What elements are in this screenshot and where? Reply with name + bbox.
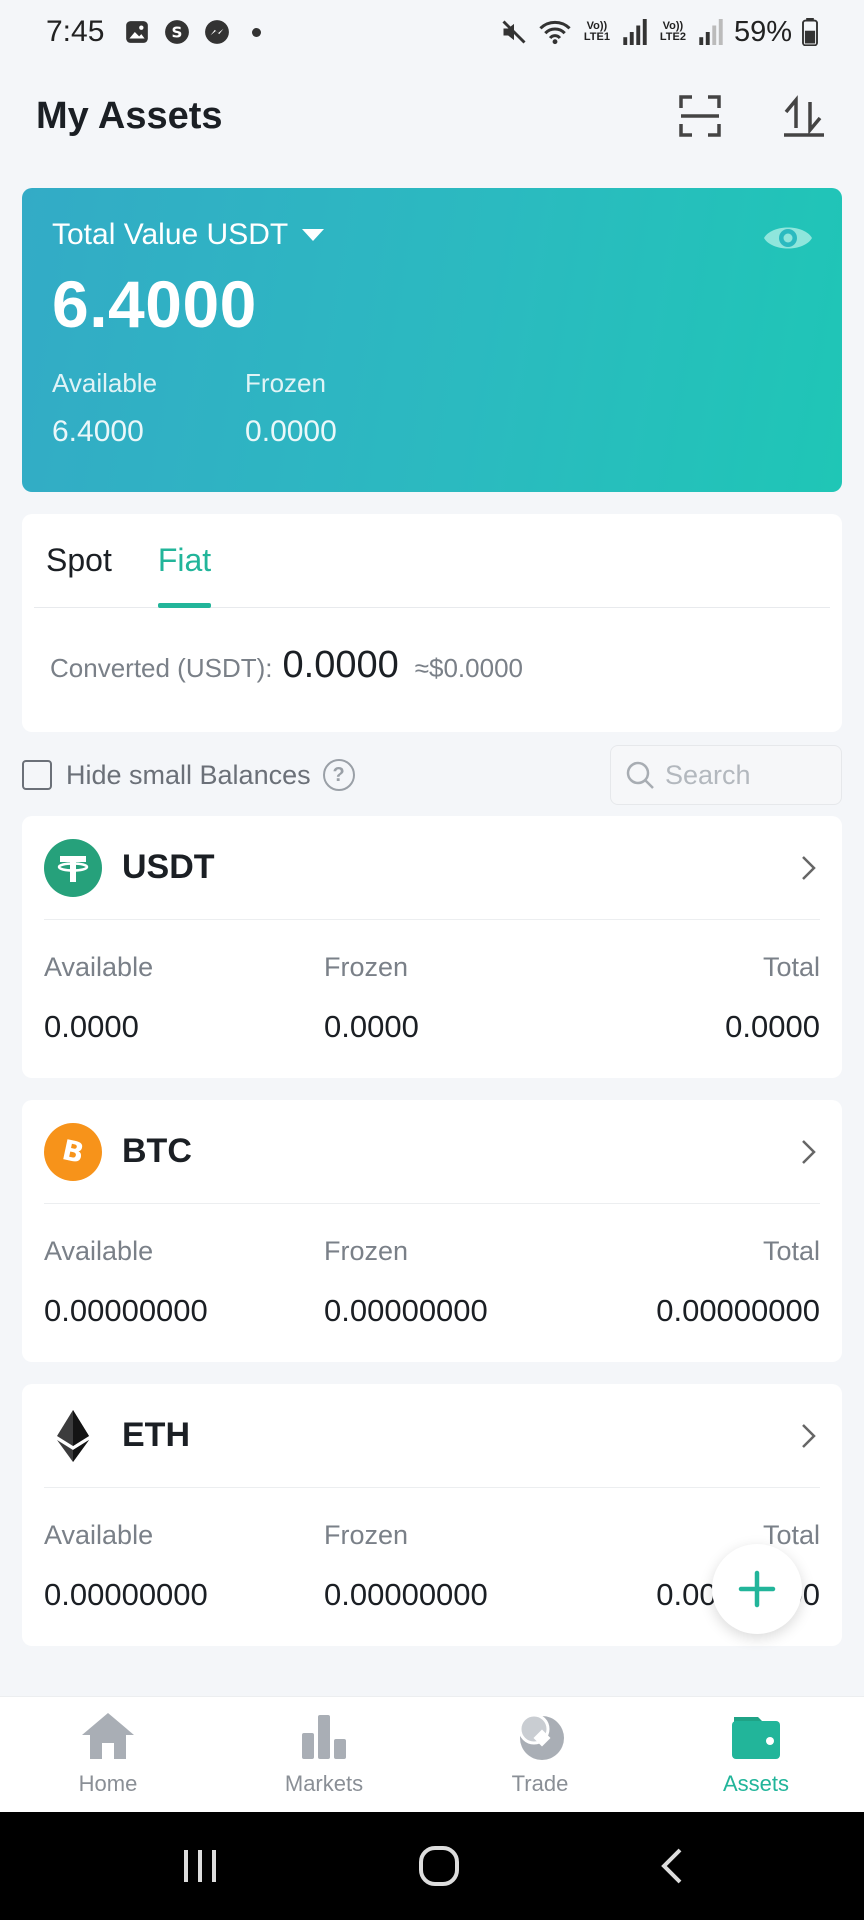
sim1-label: Vo)) LTE1 xyxy=(583,20,610,43)
notification-dot xyxy=(252,27,262,37)
nav-label: Home xyxy=(78,1771,138,1796)
nav-item-assets[interactable]: Assets xyxy=(648,1697,864,1812)
status-time: 7:45 xyxy=(46,15,105,48)
system-nav-bar xyxy=(0,1812,864,1920)
available-label: Available xyxy=(44,1520,154,1550)
tab-fiat[interactable]: Fiat xyxy=(157,542,212,608)
chevron-right-icon[interactable] xyxy=(796,853,820,883)
bottom-nav: Home Markets Trade Assets xyxy=(0,1696,864,1812)
coin-name: USDT xyxy=(122,848,215,886)
account-tabs: Spot Fiat xyxy=(34,514,830,608)
nav-label: Trade xyxy=(511,1771,569,1796)
scan-button[interactable] xyxy=(676,92,724,140)
home-icon xyxy=(82,1713,134,1759)
page-title: My Assets xyxy=(36,94,223,137)
trade-icon xyxy=(518,1713,564,1760)
transfer-button[interactable] xyxy=(780,92,828,140)
hide-small-balances-checkbox[interactable] xyxy=(22,760,52,790)
available-value: 0.00000000 xyxy=(44,1293,208,1328)
total-value: 0.00000000 xyxy=(656,1293,820,1328)
wallet-icon xyxy=(732,1717,780,1759)
total-label: Total xyxy=(762,1236,820,1266)
frozen-label: Frozen xyxy=(324,1236,409,1266)
caret-down-icon xyxy=(302,229,325,241)
hide-small-balances-label[interactable]: Hide small Balances xyxy=(66,760,311,791)
converted-label: Converted (USDT): xyxy=(50,653,273,683)
mute-icon xyxy=(502,20,526,44)
chevron-right-icon[interactable] xyxy=(796,1137,820,1167)
signal-icon xyxy=(699,19,723,45)
transfer-icon xyxy=(784,95,824,137)
total-value: 0.0000 xyxy=(725,1009,820,1044)
plus-icon xyxy=(738,1570,776,1608)
coin-name: BTC xyxy=(122,1132,192,1170)
nav-label: Assets xyxy=(722,1771,790,1796)
frozen-label: Frozen xyxy=(324,952,409,982)
ethereum-icon xyxy=(44,1407,102,1465)
available-label: Available xyxy=(44,1236,154,1266)
tab-spot[interactable]: Spot xyxy=(46,542,112,608)
total-value-label: Total Value USDT xyxy=(52,218,289,251)
total-value: 6.4000 xyxy=(52,267,257,341)
svg-text:S: S xyxy=(172,23,183,41)
sim2-label: Vo)) LTE2 xyxy=(659,20,686,43)
frozen-label: Frozen xyxy=(245,368,326,398)
available-value: 6.4000 xyxy=(52,415,144,448)
frozen-value: 0.00000000 xyxy=(324,1577,488,1612)
frozen-label: Frozen xyxy=(324,1520,409,1550)
bar-chart-icon xyxy=(302,1715,346,1759)
skype-icon: S xyxy=(165,20,190,44)
available-label: Available xyxy=(44,952,154,982)
filter-row: Hide small Balances ? xyxy=(22,744,842,806)
header: My Assets xyxy=(0,80,864,152)
account-tabs-card: Spot Fiat Converted (USDT): 0.0000 ≈$0.0… xyxy=(22,514,842,732)
svg-text:B: B xyxy=(59,1133,87,1170)
nav-item-home[interactable]: Home xyxy=(0,1697,216,1812)
available-label: Available xyxy=(52,368,158,398)
battery-icon xyxy=(802,18,818,46)
total-label: Total xyxy=(762,952,820,982)
battery-percent: 59% xyxy=(733,15,792,48)
search-box[interactable] xyxy=(610,745,842,805)
eye-icon[interactable] xyxy=(762,218,814,258)
frozen-value: 0.0000 xyxy=(245,415,337,448)
nav-item-markets[interactable]: Markets xyxy=(216,1697,432,1812)
gallery-icon xyxy=(126,21,149,43)
search-input[interactable] xyxy=(665,759,825,791)
nav-item-trade[interactable]: Trade xyxy=(432,1697,648,1812)
help-icon[interactable]: ? xyxy=(322,759,355,791)
frozen-value: 0.0000 xyxy=(324,1009,419,1044)
chevron-right-icon[interactable] xyxy=(796,1421,820,1451)
total-value-card: Total Value USDT 6.4000 Available 6.4000… xyxy=(22,188,842,492)
wifi-icon xyxy=(539,20,571,45)
asset-card-usdt[interactable]: USDT Available 0.0000 Frozen 0.0000 Total 0… xyxy=(22,816,842,1078)
currency-selector[interactable]: Total Value USDT xyxy=(52,218,812,252)
messenger-icon xyxy=(205,20,230,44)
frozen-value: 0.00000000 xyxy=(324,1293,488,1328)
recent-apps-icon[interactable] xyxy=(178,1846,222,1886)
home-button-icon[interactable] xyxy=(417,1844,461,1888)
converted-value: 0.0000 xyxy=(282,644,399,686)
status-bar: 7:45 S Vo)) LTE1 Vo)) LTE2 59% xyxy=(0,0,864,64)
coin-name: ETH xyxy=(122,1416,190,1454)
back-icon[interactable] xyxy=(656,1846,686,1886)
nav-label: Markets xyxy=(284,1771,364,1796)
add-button[interactable] xyxy=(712,1544,802,1634)
available-value: 0.00000000 xyxy=(44,1577,208,1612)
converted-approx: ≈$0.0000 xyxy=(414,653,523,683)
available-value: 0.0000 xyxy=(44,1009,139,1044)
search-icon xyxy=(626,761,654,789)
tether-icon xyxy=(44,838,102,897)
asset-card-btc[interactable]: B BTC Available 0.00000000 Frozen 0.000000… xyxy=(22,1100,842,1362)
converted-row: Converted (USDT): 0.0000 ≈$0.0000 xyxy=(22,608,842,723)
scan-icon xyxy=(679,95,721,137)
bitcoin-icon: B xyxy=(44,1122,102,1181)
signal-icon xyxy=(623,19,647,45)
